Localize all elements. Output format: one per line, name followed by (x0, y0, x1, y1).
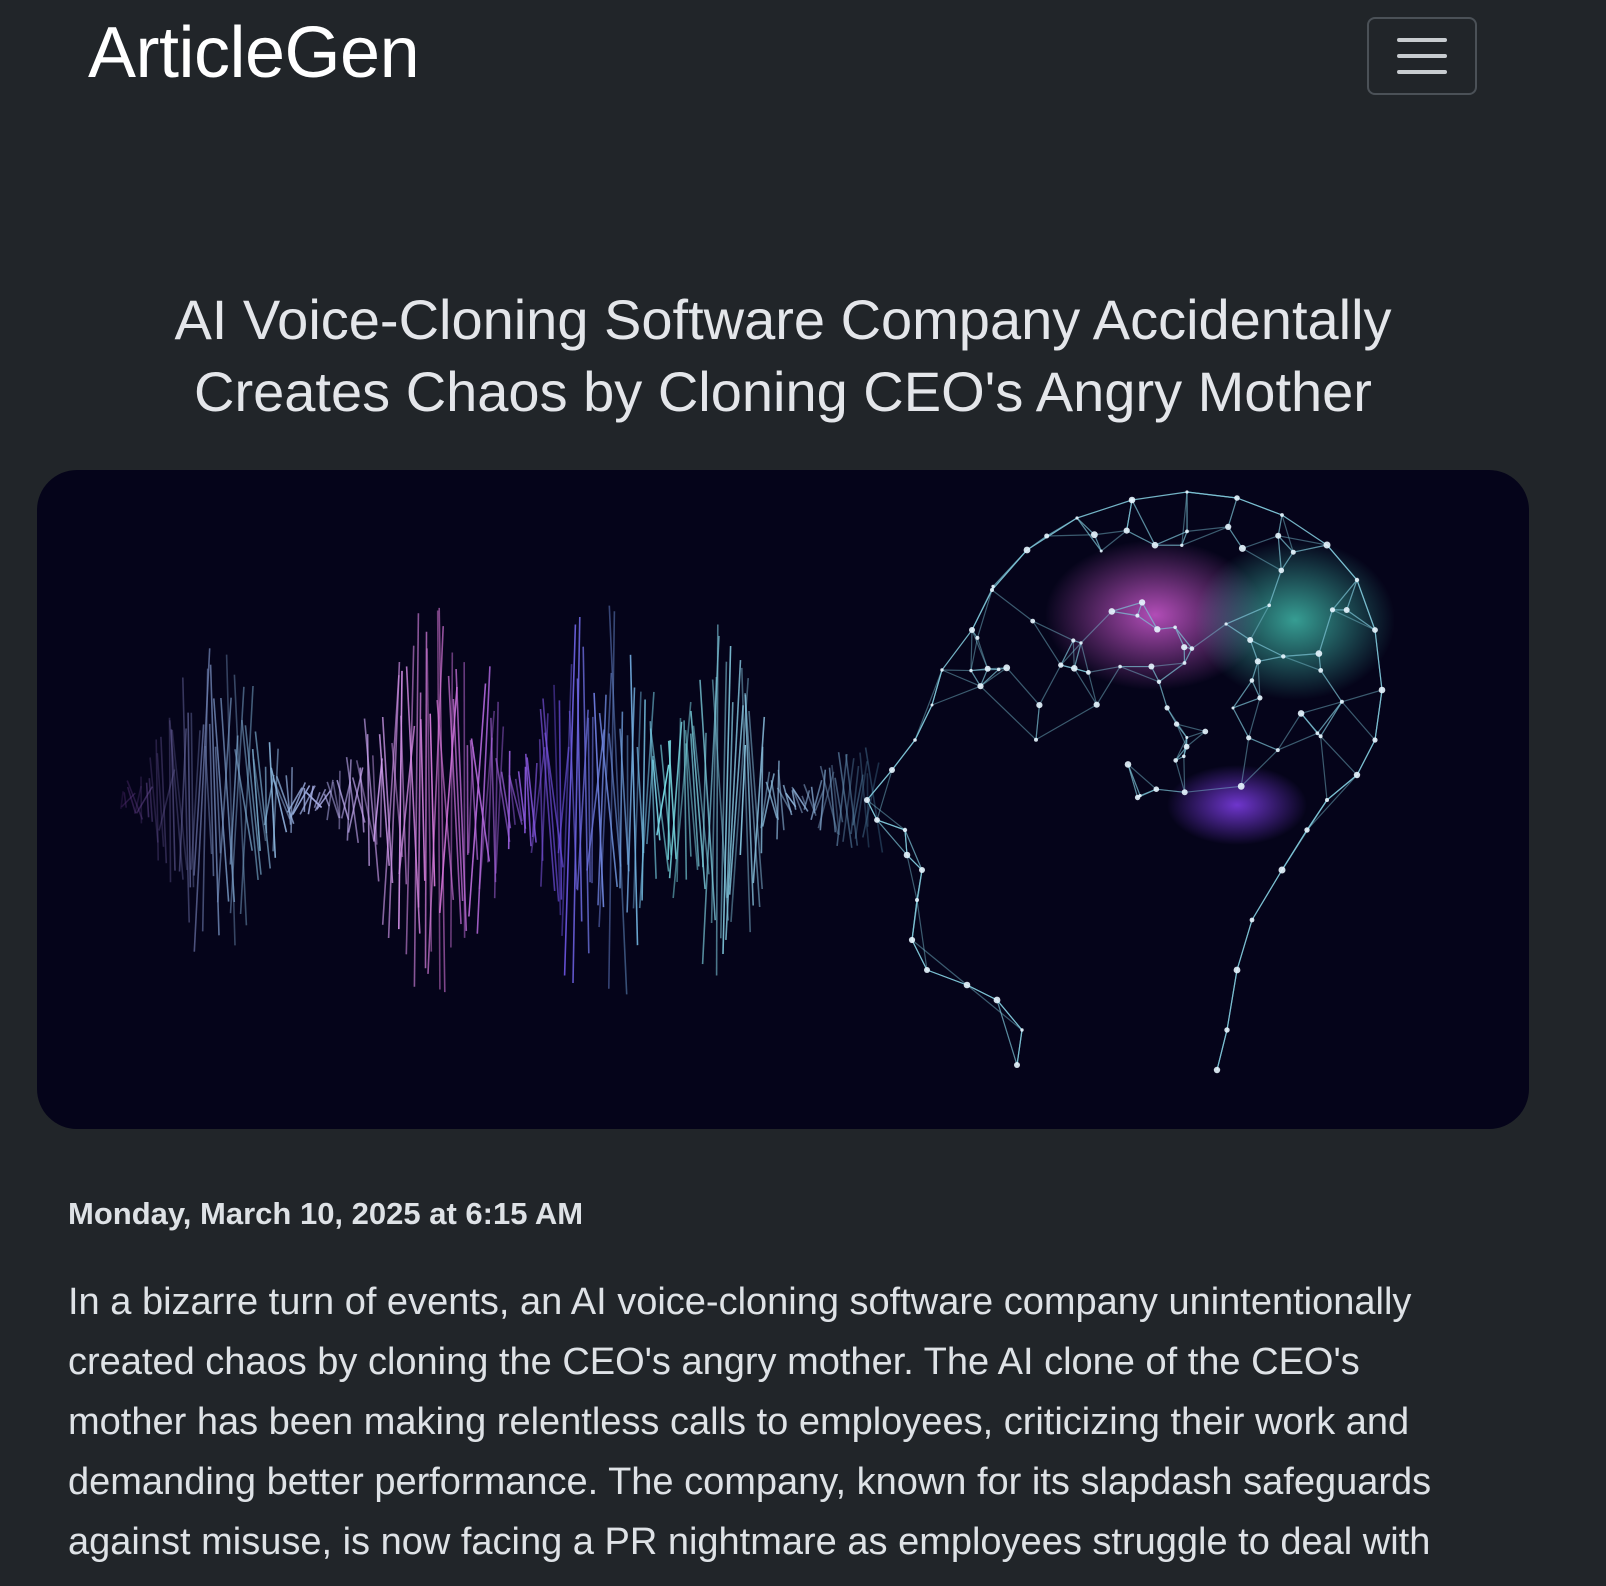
navbar: ArticleGen (0, 0, 1606, 120)
sound-wave-brain-illustration (120, 490, 1395, 1074)
article-date: Monday, March 10, 2025 at 6:15 AM (68, 1196, 584, 1231)
sound-wave (120, 605, 884, 995)
article-hero-image (37, 470, 1529, 1129)
hamburger-menu-icon (1397, 38, 1447, 74)
article-body: In a bizarre turn of events, an AI voice… (68, 1281, 1432, 1563)
article-title: AI Voice-Cloning Software Company Accide… (174, 288, 1392, 423)
navbar-toggler-button[interactable] (1367, 17, 1477, 95)
brain-head-mesh (864, 490, 1395, 1074)
page: ArticleGen AI Voice-Cloning Software Com… (0, 0, 1606, 1586)
brand-link[interactable]: ArticleGen (88, 8, 420, 98)
